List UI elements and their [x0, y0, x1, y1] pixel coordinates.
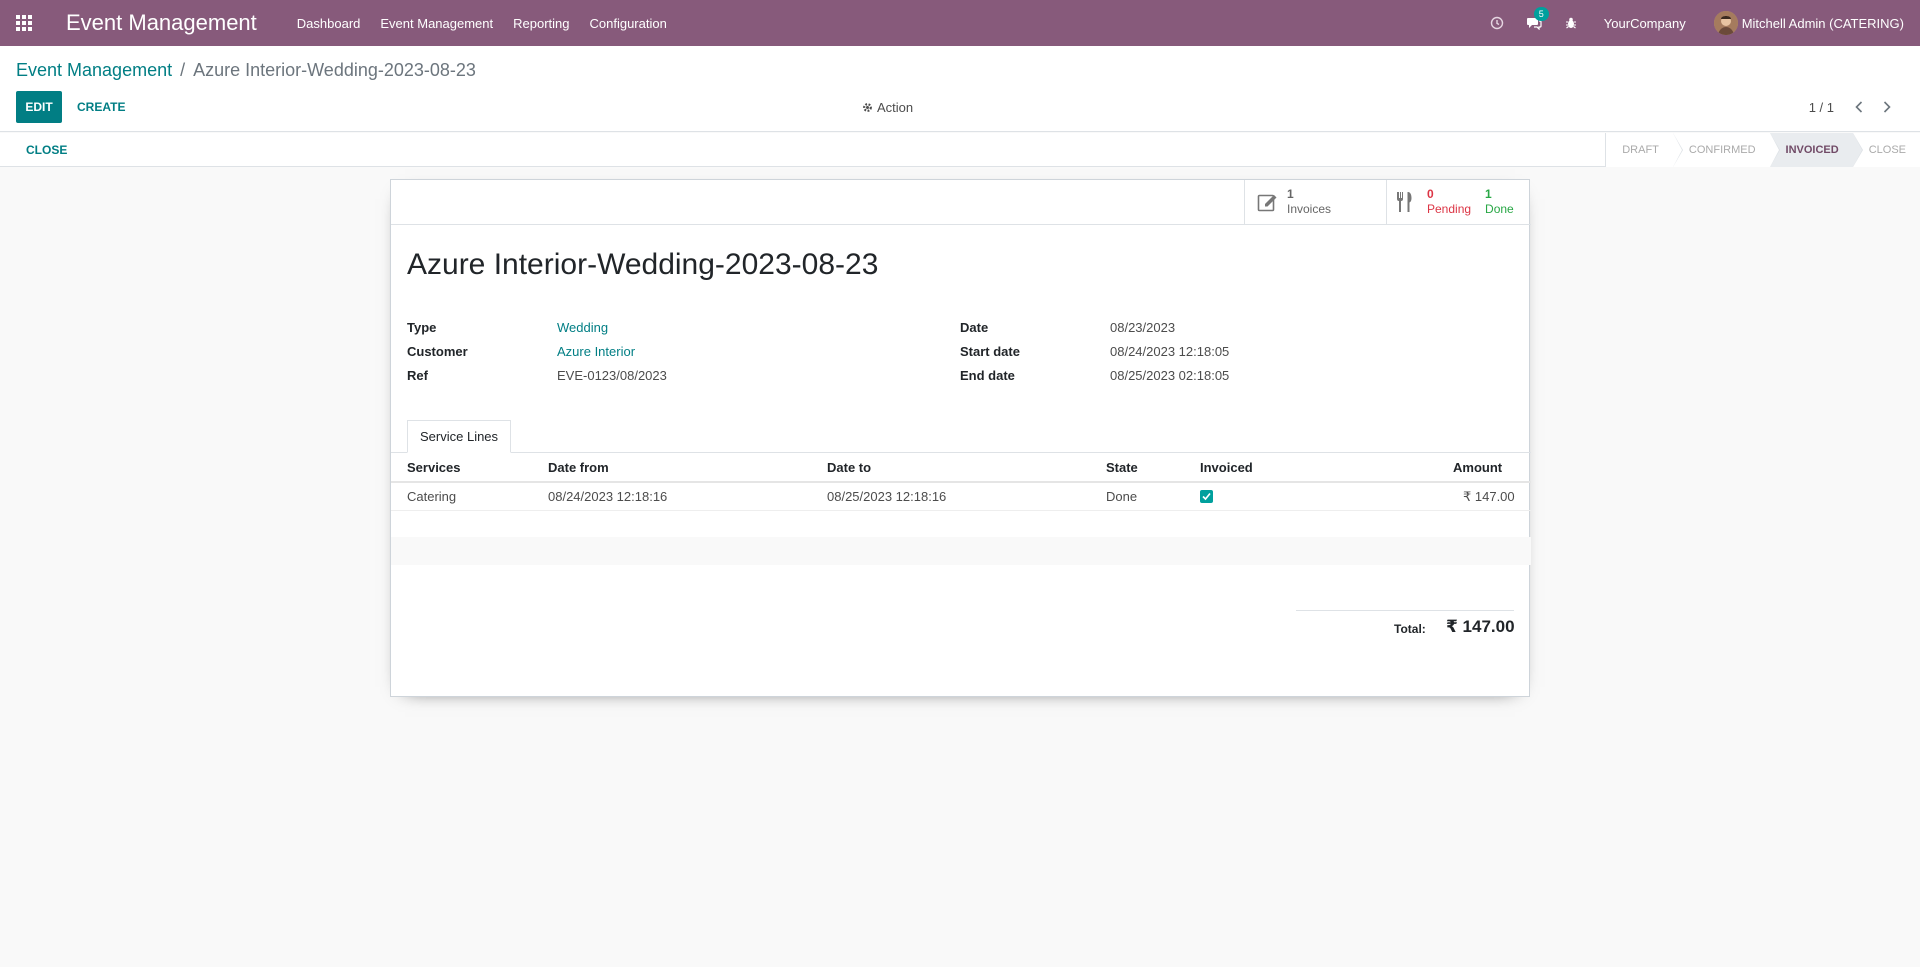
customer-label: Customer — [407, 344, 468, 359]
date-value: 08/23/2023 — [1110, 320, 1176, 335]
close-event-button[interactable]: CLOSE — [26, 133, 67, 167]
menu-dashboard[interactable]: Dashboard — [297, 16, 361, 31]
column-date-from[interactable]: Date from — [548, 460, 609, 475]
messages-icon[interactable]: 5 — [1526, 7, 1549, 30]
debug-bug-icon[interactable] — [1564, 16, 1578, 30]
user-menu[interactable]: Mitchell Admin (CATERING) — [1713, 11, 1904, 35]
apps-grid-icon — [16, 15, 32, 31]
pager-value[interactable]: 1 / 1 — [1809, 91, 1834, 123]
user-avatar — [1713, 11, 1738, 35]
row-date-from: 08/24/2023 12:18:16 — [548, 489, 668, 504]
row-date-to: 08/25/2023 12:18:16 — [827, 489, 947, 504]
breadcrumb-current: Azure Interior-Wedding-2023-08-23 — [193, 60, 476, 80]
stage-confirmed[interactable]: CONFIRMED — [1672, 133, 1780, 167]
end-date-label: End date — [960, 368, 1015, 383]
stage-invoiced[interactable]: INVOICED — [1769, 133, 1863, 167]
ref-label: Ref — [407, 368, 428, 383]
invoices-count: 1 — [1287, 187, 1294, 201]
messages-badge: 5 — [1533, 7, 1549, 21]
record-title: Azure Interior-Wedding-2023-08-23 — [407, 248, 879, 281]
column-services[interactable]: Services — [407, 460, 461, 475]
customer-value-link[interactable]: Azure Interior — [557, 344, 635, 359]
done-count: 1 — [1485, 187, 1492, 201]
start-date-value: 08/24/2023 12:18:05 — [1110, 344, 1230, 359]
invoices-label: Invoices — [1287, 202, 1332, 216]
column-amount[interactable]: Amount — [1453, 460, 1502, 475]
total-label: Total: — [1394, 622, 1426, 636]
cutlery-icon — [1397, 192, 1412, 212]
ref-value: EVE-0123/08/2023 — [557, 368, 667, 383]
invoiced-checkbox[interactable] — [1200, 490, 1213, 503]
total-divider — [1296, 610, 1514, 611]
status-bar: CLOSE DRAFT CONFIRMED INVOICED CLOSE — [0, 133, 1920, 167]
gear-icon — [863, 102, 872, 112]
column-invoiced[interactable]: Invoiced — [1200, 460, 1253, 475]
control-panel: Event Management / Azure Interior-Wedding-… — [0, 46, 1920, 132]
column-state[interactable]: State — [1106, 460, 1138, 475]
row-state: Done — [1106, 489, 1138, 504]
pending-count: 0 — [1427, 187, 1434, 201]
stage-close[interactable]: CLOSE — [1852, 133, 1920, 167]
start-date-label: Start date — [960, 344, 1020, 359]
pager-next-button[interactable] — [1878, 98, 1896, 116]
column-date-to[interactable]: Date to — [827, 460, 871, 475]
stage-pipeline: DRAFT CONFIRMED INVOICED CLOSE — [1605, 133, 1920, 167]
edit-square-icon — [1257, 194, 1277, 212]
divider — [391, 224, 1531, 225]
date-label: Date — [960, 320, 989, 335]
checkmark-icon — [1202, 492, 1211, 501]
action-dropdown[interactable]: Action — [862, 91, 913, 123]
top-navbar: Event Management Dashboard Event Managem… — [0, 0, 1920, 46]
row-service: Catering — [407, 489, 457, 504]
stage-draft[interactable]: DRAFT — [1606, 133, 1683, 167]
edit-button[interactable]: EDIT — [16, 91, 62, 123]
pager-previous-button[interactable] — [1850, 98, 1868, 116]
create-button[interactable]: CREATE — [77, 91, 125, 123]
apps-menu-button[interactable] — [0, 0, 48, 46]
menu-configuration[interactable]: Configuration — [590, 16, 667, 31]
invoices-smart-button[interactable]: 1 Invoices — [1245, 180, 1387, 224]
total-value: ₹ 147.00 — [1446, 617, 1515, 636]
done-label: Done — [1485, 202, 1514, 216]
smart-button-box: 1 Invoices 0 Pending 1 Done — [1244, 180, 1529, 224]
pending-label: Pending — [1427, 202, 1472, 216]
tab-service-lines[interactable]: Service Lines — [407, 420, 512, 453]
activity-clock-icon[interactable] — [1490, 16, 1504, 30]
breadcrumb-separator: / — [180, 60, 186, 80]
end-date-value: 08/25/2023 02:18:05 — [1110, 368, 1230, 383]
breadcrumb-parent[interactable]: Event Management — [16, 60, 172, 80]
type-value-link[interactable]: Wedding — [557, 320, 608, 335]
type-label: Type — [407, 320, 437, 335]
user-name: Mitchell Admin (CATERING) — [1741, 15, 1904, 31]
app-brand[interactable]: Event Management — [66, 10, 257, 36]
menu-event-management[interactable]: Event Management — [380, 16, 493, 31]
form-sheet: 1 Invoices 0 Pending 1 Done Azure Interi… — [390, 179, 1531, 697]
row-amount: ₹ 147.00 — [1463, 489, 1515, 504]
breadcrumb: Event Management / Azure Interior-Wedding-… — [16, 60, 476, 81]
empty-row — [391, 537, 1531, 565]
action-label: Action — [877, 99, 914, 115]
company-switcher[interactable]: YourCompany — [1604, 16, 1686, 31]
chevron-right-icon — [1883, 101, 1891, 113]
tab-divider — [391, 452, 1531, 453]
catering-smart-button[interactable]: 0 Pending 1 Done — [1387, 180, 1529, 224]
menu-reporting[interactable]: Reporting — [513, 16, 569, 31]
chevron-left-icon — [1855, 101, 1863, 113]
